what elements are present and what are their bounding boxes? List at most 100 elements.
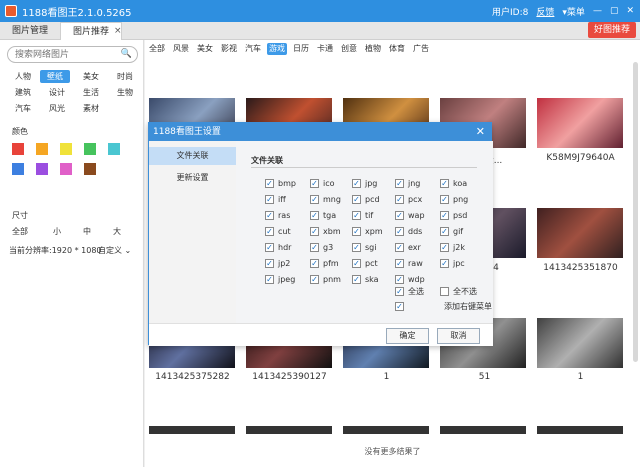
thumbnail[interactable] <box>537 426 623 434</box>
format-checkbox[interactable]: ✓ wdp <box>395 275 425 284</box>
dialog-close-icon[interactable]: ✕ <box>476 123 485 141</box>
content-tab[interactable]: 汽车 <box>243 43 263 55</box>
format-checkbox[interactable]: ✓ ska <box>352 275 379 284</box>
format-checkbox[interactable]: ✓ jpeg <box>265 275 295 284</box>
format-checkbox[interactable]: ✓ xbm <box>310 227 341 236</box>
format-checkbox[interactable]: ✓ g3 <box>310 243 333 252</box>
format-checkbox[interactable]: ✓ pct <box>352 259 378 268</box>
format-checkbox[interactable]: ✓ jpg <box>352 179 377 188</box>
custom-resolution-dropdown[interactable]: 自定义 ⌄ <box>98 245 131 256</box>
thumbnail[interactable] <box>149 426 235 434</box>
color-swatch[interactable] <box>36 163 48 175</box>
content-tab[interactable]: 全部 <box>147 43 167 55</box>
format-checkbox[interactable]: ✓ pcd <box>352 195 380 204</box>
format-checkbox[interactable]: ✓ jng <box>395 179 420 188</box>
format-checkbox[interactable]: ✓ exr <box>395 243 421 252</box>
context-menu-checkbox[interactable]: ✓ 添加右键菜单 <box>395 301 492 312</box>
checkbox-checked-icon: ✓ <box>352 211 361 220</box>
color-swatch[interactable] <box>12 143 24 155</box>
category-item[interactable]: 汽车 <box>6 102 40 115</box>
color-swatch[interactable] <box>12 163 24 175</box>
maximize-icon[interactable]: ▢ <box>610 6 619 16</box>
color-swatch[interactable] <box>84 163 96 175</box>
format-checkbox[interactable]: ✓ koa <box>440 179 467 188</box>
format-checkbox[interactable]: ✓ xpm <box>352 227 383 236</box>
content-tab[interactable]: 广告 <box>411 43 431 55</box>
scrollbar[interactable] <box>633 62 638 362</box>
format-checkbox[interactable]: ✓ pcx <box>395 195 422 204</box>
category-item[interactable]: 生活 <box>74 86 108 99</box>
content-tab[interactable]: 创意 <box>339 43 359 55</box>
color-swatch[interactable] <box>84 143 96 155</box>
color-swatch[interactable] <box>36 143 48 155</box>
nav-update-settings[interactable]: 更新设置 <box>149 169 236 187</box>
tab-image-manager[interactable]: 图片管理 <box>0 22 60 40</box>
content-tab[interactable]: 影视 <box>219 43 239 55</box>
size-option[interactable]: 全部 <box>12 226 42 237</box>
select-all-checkbox[interactable]: ✓ 全选 <box>395 286 424 297</box>
category-item[interactable]: 生物 <box>108 86 142 99</box>
content-tab[interactable]: 植物 <box>363 43 383 55</box>
category-item[interactable]: 素材 <box>74 102 108 115</box>
category-item[interactable]: 设计 <box>40 86 74 99</box>
close-icon[interactable]: ✕ <box>626 6 634 16</box>
thumbnail[interactable] <box>537 98 623 148</box>
thumbnail[interactable] <box>246 426 332 434</box>
format-checkbox[interactable]: ✓ iff <box>265 195 286 204</box>
category-item[interactable]: 美女 <box>74 70 108 83</box>
content-tab[interactable]: 风景 <box>171 43 191 55</box>
thumbnail[interactable] <box>343 426 429 434</box>
thumbnail[interactable] <box>537 318 623 368</box>
thumbnail[interactable] <box>440 426 526 434</box>
format-checkbox[interactable]: ✓ png <box>440 195 468 204</box>
ok-button[interactable]: 确定 <box>386 328 429 344</box>
format-checkbox[interactable]: ✓ psd <box>440 211 467 220</box>
category-item[interactable]: 时尚 <box>108 70 142 83</box>
content-tab[interactable]: 体育 <box>387 43 407 55</box>
format-checkbox[interactable]: ✓ ico <box>310 179 335 188</box>
format-checkbox[interactable]: ✓ cut <box>265 227 291 236</box>
format-checkbox[interactable]: ✓ pnm <box>310 275 341 284</box>
size-option[interactable]: 小 <box>42 226 72 237</box>
category-item[interactable]: 建筑 <box>6 86 40 99</box>
size-option[interactable]: 大 <box>102 226 132 237</box>
feedback-link[interactable]: 反馈 <box>536 5 554 18</box>
category-item-selected[interactable]: 壁纸 <box>40 70 70 83</box>
content-tab[interactable]: 卡通 <box>315 43 335 55</box>
content-tab[interactable]: 游戏 <box>267 43 287 55</box>
promo-button[interactable]: 好图推荐 <box>587 22 636 38</box>
format-checkbox[interactable]: ✓ gif <box>440 227 463 236</box>
minimize-icon[interactable]: — <box>593 6 602 16</box>
format-checkbox[interactable]: ✓ bmp <box>265 179 296 188</box>
format-checkbox[interactable]: ✓ wap <box>395 211 425 220</box>
category-item[interactable]: 人物 <box>6 70 40 83</box>
format-checkbox[interactable]: ✓ hdr <box>265 243 291 252</box>
format-checkbox[interactable]: ✓ sgi <box>352 243 376 252</box>
select-none-checkbox[interactable]: 全不选 <box>440 286 477 297</box>
color-swatch[interactable] <box>60 163 72 175</box>
color-swatch[interactable] <box>108 143 120 155</box>
format-checkbox[interactable]: ✓ tif <box>352 211 373 220</box>
format-checkbox[interactable]: ✓ pfm <box>310 259 339 268</box>
format-checkbox[interactable]: ✓ raw <box>395 259 423 268</box>
size-option[interactable]: 中 <box>72 226 102 237</box>
category-item[interactable]: 风光 <box>40 102 74 115</box>
search-input[interactable] <box>15 47 125 62</box>
cancel-button[interactable]: 取消 <box>437 328 480 344</box>
search-icon[interactable]: 🔍 <box>121 49 132 59</box>
menu-button[interactable]: ▾菜单 <box>562 5 585 18</box>
format-checkbox[interactable]: ✓ jp2 <box>265 259 290 268</box>
color-swatch[interactable] <box>60 143 72 155</box>
format-checkbox[interactable]: ✓ tga <box>310 211 336 220</box>
thumbnail[interactable] <box>537 208 623 258</box>
content-tab[interactable]: 日历 <box>291 43 311 55</box>
tab-close-icon[interactable]: × <box>114 22 122 40</box>
format-checkbox[interactable]: ✓ jpc <box>440 259 465 268</box>
format-checkbox[interactable]: ✓ mng <box>310 195 341 204</box>
format-checkbox[interactable]: ✓ j2k <box>440 243 465 252</box>
format-checkbox[interactable]: ✓ ras <box>265 211 290 220</box>
tab-image-recommend[interactable]: 图片推荐 <box>60 22 123 40</box>
format-checkbox[interactable]: ✓ dds <box>395 227 422 236</box>
nav-file-association[interactable]: 文件关联 <box>149 147 236 165</box>
content-tab[interactable]: 美女 <box>195 43 215 55</box>
